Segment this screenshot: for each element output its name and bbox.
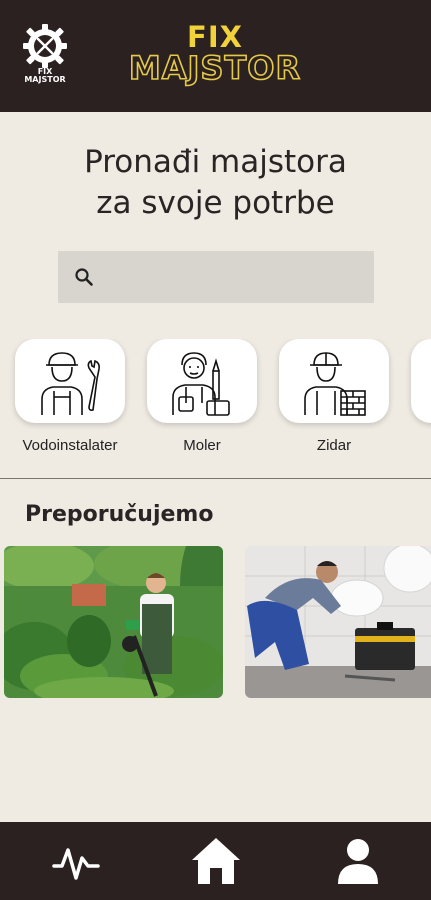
logo-badge-text: FIX MAJSTOR [24, 67, 66, 84]
recommended-title: Preporučujemo [25, 502, 214, 527]
category-vodoinstalater[interactable]: Vodoinstalater [15, 339, 125, 454]
painter-icon [172, 352, 230, 416]
search-input[interactable] [102, 259, 362, 295]
home-icon [192, 838, 240, 884]
category-zidar[interactable]: Zidar [279, 339, 389, 454]
profile-icon [338, 839, 378, 884]
title-line-2: za svoje potrbe [96, 185, 335, 221]
plumber-icon [41, 352, 100, 415]
section-divider [0, 478, 431, 479]
category-moler[interactable]: Moler [147, 339, 257, 454]
nav-activity[interactable] [48, 822, 104, 900]
activity-icon [52, 848, 100, 880]
category-card[interactable] [15, 339, 125, 423]
brand-fix: FIX [187, 20, 243, 54]
category-card[interactable] [147, 339, 257, 423]
nav-home[interactable] [188, 822, 244, 900]
plumber-photo [245, 546, 431, 698]
brand-majstor: MAJSTOR [128, 49, 302, 87]
bottom-navigation [0, 822, 431, 900]
search-icon [75, 268, 93, 286]
gardener-photo [4, 546, 223, 698]
nav-profile[interactable] [330, 822, 386, 900]
recommended-card-gardener[interactable] [4, 546, 223, 698]
category-carousel[interactable]: Vodoinstalater Moler Zidar [0, 339, 431, 459]
brand-wordmark: FIX MAJSTOR [120, 20, 310, 87]
category-partial[interactable] [411, 339, 431, 423]
title-line-1: Pronađi majstora [84, 144, 347, 180]
page-title: Pronađi majstora za svoje potrbe [0, 142, 431, 224]
mason-icon [304, 352, 366, 416]
category-label: Moler [183, 437, 221, 454]
category-card[interactable] [411, 339, 431, 423]
category-label: Zidar [316, 437, 352, 454]
recommended-card-plumber[interactable] [245, 546, 431, 698]
logo-badge-icon[interactable]: FIX MAJSTOR [14, 24, 76, 86]
category-card[interactable] [279, 339, 389, 423]
category-label: Vodoinstalater [22, 437, 118, 454]
app-header: FIX MAJSTOR FIX MAJSTOR [0, 0, 431, 112]
search-bar[interactable] [58, 251, 374, 303]
